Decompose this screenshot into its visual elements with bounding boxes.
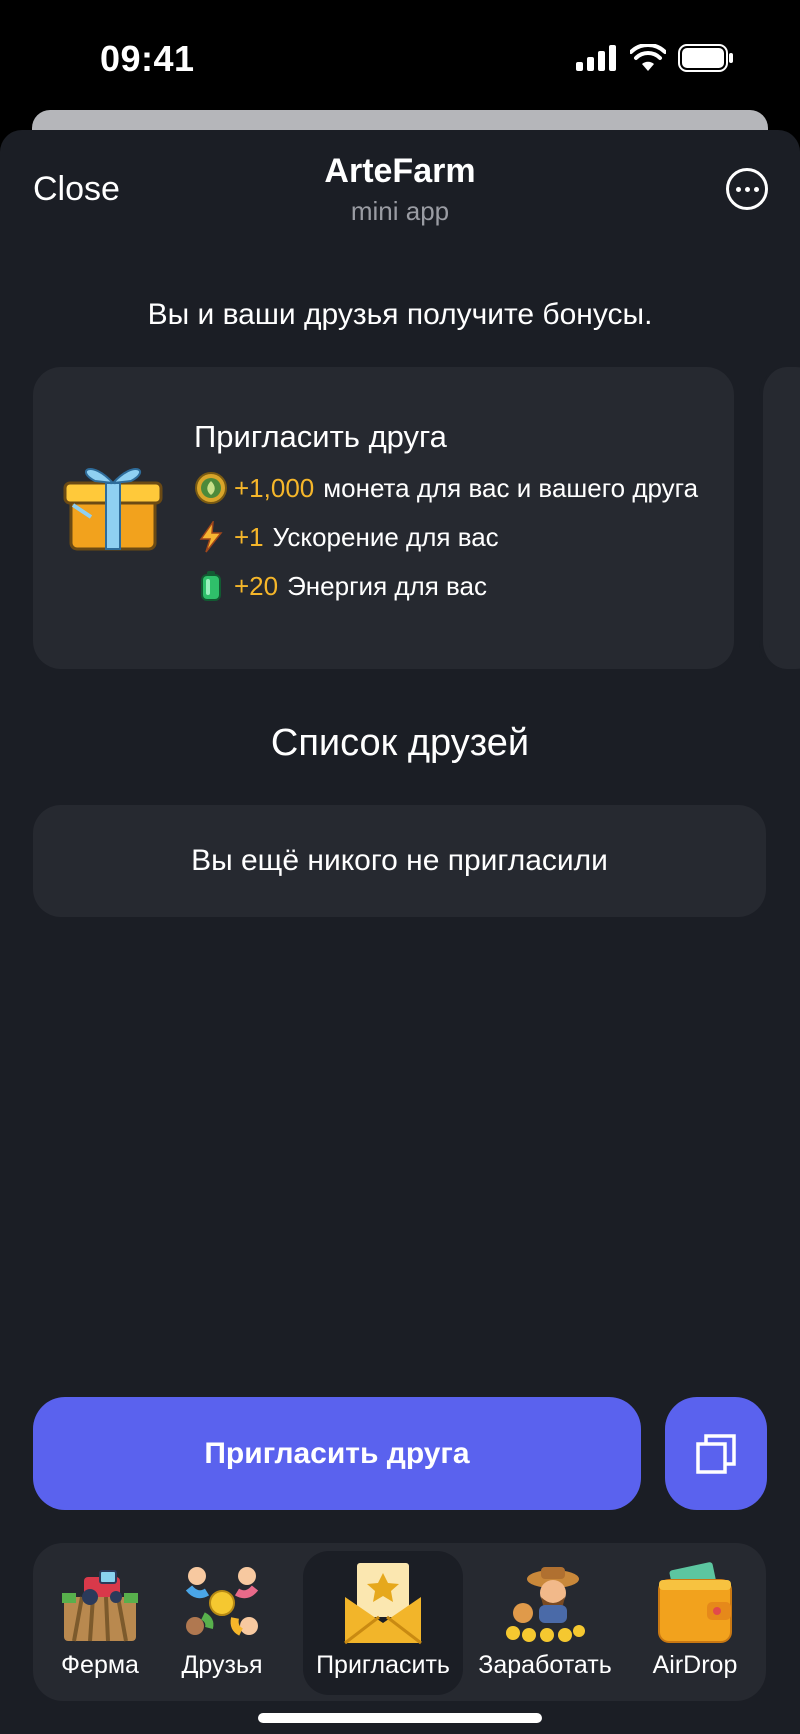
home-indicator bbox=[258, 1713, 542, 1723]
bonus-row-energy: +20 Энергия для вас bbox=[194, 569, 487, 603]
boost-text: Ускорение для вас bbox=[272, 521, 499, 552]
farm-icon bbox=[60, 1557, 140, 1649]
copy-link-button[interactable] bbox=[665, 1397, 767, 1510]
more-options-button[interactable] bbox=[726, 168, 768, 210]
bottom-tab-bar: Ферма Друзья Пригласить Заработать AirDr… bbox=[33, 1543, 766, 1701]
energy-amount: +20 bbox=[234, 570, 279, 601]
invite-bonus-card: Пригласить друга +1,000 монета для вас и… bbox=[33, 367, 734, 669]
tab-friends[interactable]: Друзья bbox=[167, 1543, 277, 1701]
boost-amount: +1 bbox=[234, 521, 264, 552]
friends-empty-state: Вы ещё никого не пригласили bbox=[33, 805, 766, 917]
battery-status-icon bbox=[678, 44, 733, 72]
copy-icon bbox=[696, 1433, 736, 1474]
tab-earn-label: Заработать bbox=[478, 1651, 612, 1679]
battery-icon bbox=[194, 569, 228, 603]
friends-list-title: Список друзей bbox=[270, 722, 530, 764]
wallet-icon bbox=[655, 1557, 735, 1649]
coins-amount: +1,000 bbox=[234, 472, 315, 503]
more-dot bbox=[753, 186, 759, 192]
tab-airdrop-label: AirDrop bbox=[652, 1651, 738, 1679]
status-bar: 09:41 bbox=[0, 0, 800, 115]
more-dot bbox=[744, 186, 750, 192]
mini-app-sheet: Close ArteFarm mini app Вы и ваши друзья… bbox=[0, 130, 800, 1734]
tab-invite[interactable]: Пригласить bbox=[303, 1543, 463, 1701]
invite-card-title: Пригласить друга bbox=[194, 419, 447, 454]
gift-box-icon bbox=[61, 457, 165, 562]
farmer-icon bbox=[503, 1557, 587, 1649]
app-title: ArteFarm bbox=[324, 152, 476, 190]
next-card-peek bbox=[759, 367, 800, 669]
tab-earn[interactable]: Заработать bbox=[465, 1543, 625, 1701]
wifi-icon bbox=[630, 44, 666, 71]
signal-icon bbox=[576, 45, 616, 71]
tab-farm[interactable]: Ферма bbox=[33, 1543, 167, 1701]
coin-icon bbox=[194, 471, 228, 505]
tab-airdrop[interactable]: AirDrop bbox=[625, 1543, 765, 1701]
tab-friends-label: Друзья bbox=[181, 1651, 263, 1679]
energy-text: Энергия для вас bbox=[287, 570, 488, 601]
coins-text: монета для вас и вашего друга bbox=[323, 472, 699, 503]
tab-invite-label: Пригласить bbox=[316, 1651, 450, 1679]
invite-friend-button[interactable]: Пригласить друга bbox=[33, 1397, 641, 1510]
bonus-intro-text: Вы и ваши друзья получите бонусы. bbox=[147, 298, 653, 331]
tab-farm-label: Ферма bbox=[61, 1651, 139, 1679]
system-icons bbox=[576, 44, 734, 72]
bonus-row-boost: +1 Ускорение для вас bbox=[194, 520, 499, 554]
lightning-icon bbox=[194, 520, 228, 554]
envelope-icon bbox=[343, 1557, 423, 1649]
app-subtitle: mini app bbox=[350, 196, 450, 226]
more-dots-icon bbox=[735, 186, 741, 192]
bonus-row-coins: +1,000 монета для вас и вашего друга bbox=[194, 471, 698, 505]
friends-icon bbox=[181, 1557, 263, 1649]
clock: 09:41 bbox=[100, 38, 195, 79]
